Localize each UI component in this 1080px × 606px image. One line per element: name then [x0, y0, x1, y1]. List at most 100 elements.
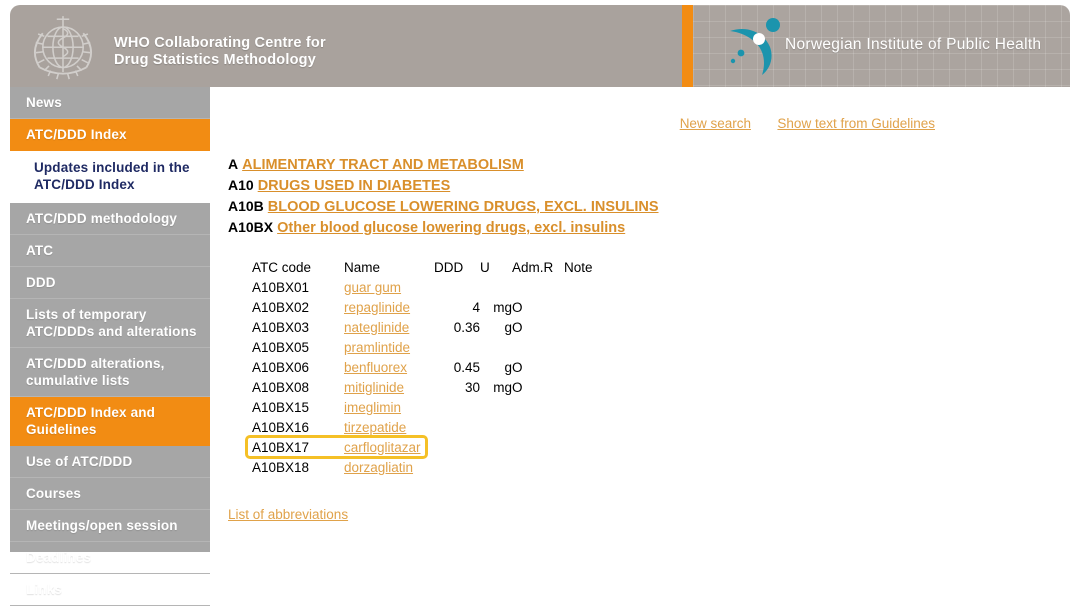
table-row: A10BX02 repaglinide 4 mg O	[252, 297, 612, 317]
header-who-panel: WHO Collaborating Centre for Drug Statis…	[10, 5, 682, 87]
sidebar-item-news[interactable]: News	[10, 87, 210, 119]
cell-name: carfloglitazar	[344, 437, 434, 457]
sidebar-item-index-and-guidelines[interactable]: ATC/DDD Index and Guidelines	[10, 397, 210, 446]
niph-figure-icon	[730, 18, 780, 75]
table-row: A10BX08 mitiglinide 30 mg O	[252, 377, 612, 397]
cell-atc-code: A10BX01	[252, 279, 310, 295]
substance-link[interactable]: dorzagliatin	[344, 460, 413, 475]
cell-ddd	[434, 337, 480, 357]
cell-atc-code: A10BX03	[252, 319, 310, 335]
table-header-row: ATC code Name DDD U Adm.R Note	[252, 257, 612, 277]
hierarchy-code-a10: A10	[228, 177, 254, 193]
cell-adm-r	[512, 437, 564, 457]
cell-name: tirzepatide	[344, 417, 434, 437]
hierarchy-code-a: A	[228, 156, 239, 172]
cell-atc-code: A10BX02	[252, 299, 310, 315]
sidebar-item-deadlines[interactable]: Deadlines	[10, 542, 210, 574]
cell-note	[564, 357, 612, 377]
sidebar-item-use-of-atc-ddd[interactable]: Use of ATC/DDD	[10, 446, 210, 478]
table-row: A10BX01 guar gum	[252, 277, 612, 297]
sidebar-item-updates-included[interactable]: Updates included in the ATC/DDD Index	[10, 151, 210, 203]
column-header-name: Name	[344, 259, 381, 275]
sidebar-item-links[interactable]: Links	[10, 574, 210, 606]
table-row: A10BX06 benfluorex 0.45 g O	[252, 357, 612, 377]
hierarchy-row-a10: A10 DRUGS USED IN DIABETES	[228, 175, 659, 196]
cell-name: pramlintide	[344, 337, 434, 357]
cell-note	[564, 377, 612, 397]
list-of-abbreviations-link[interactable]: List of abbreviations	[228, 507, 348, 522]
hierarchy-code-a10bx: A10BX	[228, 219, 274, 235]
hierarchy-link-a10b[interactable]: BLOOD GLUCOSE LOWERING DRUGS, EXCL. INSU…	[268, 199, 659, 215]
sidebar-item-alterations[interactable]: ATC/DDD alterations, cumulative lists	[10, 348, 210, 397]
cell-adm-r: O	[512, 299, 523, 315]
sidebar-item-meetings[interactable]: Meetings/open session	[10, 510, 210, 542]
sidebar-item-courses[interactable]: Courses	[10, 478, 210, 510]
substance-link[interactable]: imeglimin	[344, 400, 401, 415]
column-header-note: Note	[564, 259, 593, 275]
cell-ddd: 0.36	[453, 319, 480, 335]
who-title-line1: WHO Collaborating Centre for	[114, 35, 326, 51]
cell-atc-code: A10BX17	[252, 439, 310, 455]
sidebar-item-atc[interactable]: ATC	[10, 235, 210, 267]
cell-atc-code: A10BX08	[252, 379, 310, 395]
cell-ddd	[434, 437, 480, 457]
table-row: A10BX05 pramlintide	[252, 337, 612, 357]
cell-note	[564, 317, 612, 337]
cell-note	[564, 457, 612, 477]
cell-atc-code: A10BX05	[252, 339, 310, 355]
cell-adm-r	[512, 397, 564, 417]
cell-ddd: 0.45	[453, 359, 480, 375]
sidebar-navigation: News ATC/DDD Index Updates included in t…	[10, 87, 210, 606]
cell-adm-r: O	[512, 379, 523, 395]
table-row: A10BX15 imeglimin	[252, 397, 612, 417]
cell-unit	[480, 417, 512, 437]
hierarchy-row-a10bx: A10BX Other blood glucose lowering drugs,…	[228, 217, 659, 238]
substance-link[interactable]: guar gum	[344, 280, 401, 295]
hierarchy-code-a10b: A10B	[228, 198, 264, 214]
substance-link[interactable]: pramlintide	[344, 340, 410, 355]
sidebar-item-atc-ddd-methodology[interactable]: ATC/DDD methodology	[10, 203, 210, 235]
column-header-u: U	[480, 259, 490, 275]
cell-name: repaglinide	[344, 297, 434, 317]
substance-link[interactable]: tirzepatide	[344, 420, 406, 435]
cell-atc-code: A10BX06	[252, 359, 310, 375]
cell-adm-r	[512, 277, 564, 297]
cell-note	[564, 297, 612, 317]
substance-link[interactable]: benfluorex	[344, 360, 407, 375]
cell-ddd: 4	[472, 299, 480, 315]
new-search-link[interactable]: New search	[680, 116, 751, 131]
atc-hierarchy-breadcrumb: A ALIMENTARY TRACT AND METABOLISM A10 DRUG…	[228, 154, 659, 238]
hierarchy-link-a[interactable]: ALIMENTARY TRACT AND METABOLISM	[242, 157, 524, 173]
hierarchy-link-a10[interactable]: DRUGS USED IN DIABETES	[258, 178, 451, 194]
cell-name: mitiglinide	[344, 377, 434, 397]
cell-note	[564, 337, 612, 357]
site-header: WHO Collaborating Centre for Drug Statis…	[10, 5, 1070, 87]
cell-unit	[480, 397, 512, 417]
substance-link[interactable]: mitiglinide	[344, 380, 404, 395]
cell-note	[564, 437, 612, 457]
who-emblem-icon	[34, 16, 92, 80]
cell-unit: mg	[493, 379, 512, 395]
cell-adm-r: O	[512, 319, 523, 335]
cell-name: benfluorex	[344, 357, 434, 377]
header-orange-divider	[682, 5, 693, 87]
cell-unit	[480, 457, 512, 477]
cell-ddd	[434, 277, 480, 297]
cell-adm-r	[512, 337, 564, 357]
sidebar-item-atc-ddd-index[interactable]: ATC/DDD Index	[10, 119, 210, 151]
show-text-guidelines-link[interactable]: Show text from Guidelines	[777, 116, 935, 131]
cell-ddd: 30	[464, 379, 480, 395]
substance-link[interactable]: repaglinide	[344, 300, 410, 315]
cell-atc-code: A10BX18	[252, 459, 310, 475]
hierarchy-link-a10bx[interactable]: Other blood glucose lowering drugs, excl…	[277, 220, 625, 236]
cell-name: dorzagliatin	[344, 457, 434, 477]
substance-link[interactable]: carfloglitazar	[344, 440, 421, 455]
substance-link[interactable]: nateglinide	[344, 320, 409, 335]
sidebar-item-lists-temporary[interactable]: Lists of temporary ATC/DDDs and alterati…	[10, 299, 210, 348]
sidebar-item-ddd[interactable]: DDD	[10, 267, 210, 299]
main-content: New search Show text from Guidelines A AL…	[210, 87, 1070, 552]
cell-note	[564, 417, 612, 437]
atc-substance-table: ATC code Name DDD U Adm.R Note A10BX01 gu…	[252, 257, 612, 477]
column-header-ddd: DDD	[434, 259, 464, 275]
cell-ddd	[434, 457, 480, 477]
